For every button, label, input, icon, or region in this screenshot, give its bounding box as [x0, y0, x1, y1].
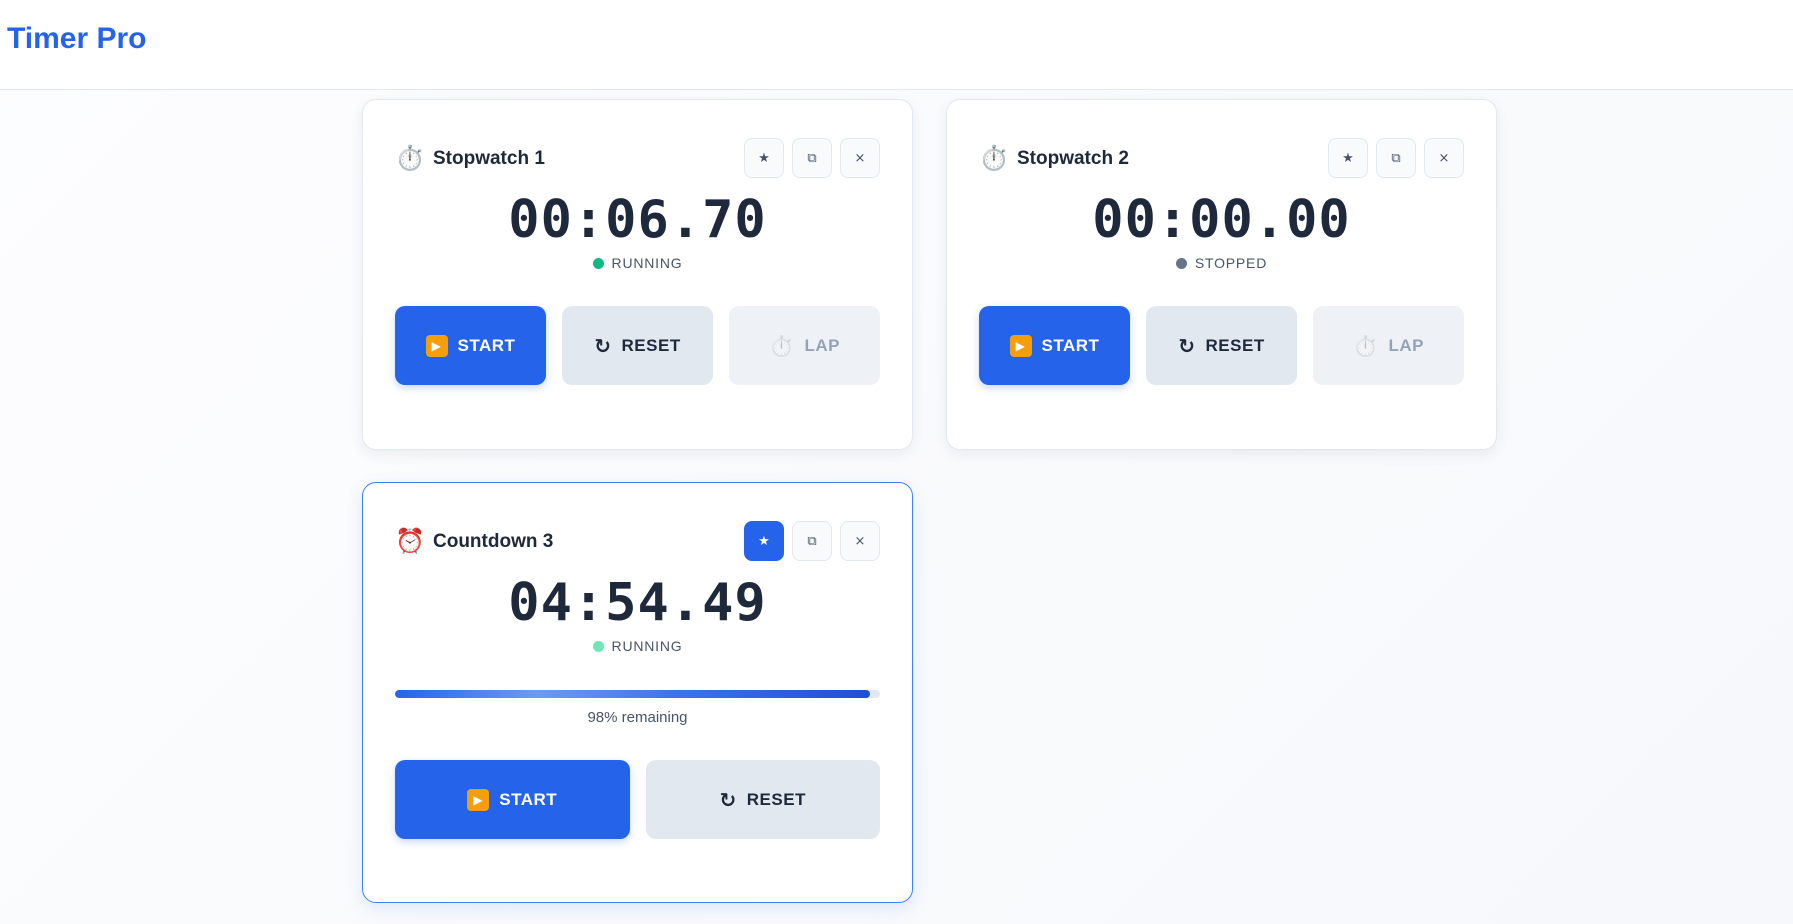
status-label: RUNNING [611, 638, 683, 654]
duplicate-button[interactable]: ⧉ [792, 521, 832, 561]
close-button[interactable]: × [1424, 138, 1464, 178]
star-icon: ★ [758, 533, 770, 549]
reset-label: RESET [746, 789, 806, 809]
reset-icon: ↻ [1178, 333, 1196, 358]
status-indicator: STOPPED [947, 255, 1496, 271]
status-dot-icon [1175, 258, 1187, 269]
app-title: Timer Pro [7, 22, 147, 55]
reset-button[interactable]: ↻ RESET [1146, 306, 1297, 385]
duplicate-icon: ⧉ [1391, 150, 1401, 166]
play-icon: ▶ [425, 334, 448, 357]
status-dot-icon [592, 258, 604, 269]
reset-icon: ↻ [594, 333, 612, 358]
reset-button[interactable]: ↻ RESET [645, 760, 880, 839]
status-indicator: RUNNING [363, 638, 912, 654]
timer-controls: ▶ START ↻ RESET [395, 760, 880, 839]
close-icon: × [1438, 150, 1450, 166]
start-button[interactable]: ▶ START [979, 306, 1130, 385]
star-button[interactable]: ★ [744, 138, 784, 178]
start-button[interactable]: ▶ START [395, 306, 546, 385]
timer-name[interactable]: Countdown 3 [433, 531, 553, 553]
timer-actions: ★ ⧉ × [1328, 138, 1464, 178]
timer-card-countdown-3: ⏰ Countdown 3 ★ ⧉ × 04:54.49 RUNNING 98%… [362, 482, 913, 903]
time-display: 00:06.70 [508, 190, 767, 250]
play-icon: ▶ [467, 788, 490, 811]
stopwatch-icon: ⏱️ [395, 144, 425, 172]
timer-card-header: ⏱️ Stopwatch 2 ★ ⧉ × [979, 138, 1464, 178]
start-label: START [457, 335, 516, 355]
start-label: START [499, 789, 558, 809]
close-icon: × [854, 533, 866, 549]
timer-actions: ★ ⧉ × [744, 521, 880, 561]
reset-label: RESET [1205, 335, 1265, 355]
lap-stopwatch-icon: ⏱️ [1353, 333, 1379, 358]
lap-stopwatch-icon: ⏱️ [769, 333, 795, 358]
app-header: Timer Pro [0, 0, 1793, 90]
time-display: 04:54.49 [508, 573, 767, 633]
timer-card-stopwatch-1: ⏱️ Stopwatch 1 ★ ⧉ × 00:06.70 RUNNING ▶ … [362, 99, 913, 450]
status-label: RUNNING [611, 255, 683, 271]
status-dot-icon [592, 641, 604, 652]
duplicate-button[interactable]: ⧉ [1376, 138, 1416, 178]
timer-name[interactable]: Stopwatch 2 [1017, 148, 1129, 170]
reset-icon: ↻ [719, 787, 737, 812]
star-icon: ★ [1342, 150, 1354, 166]
status-label: STOPPED [1194, 255, 1268, 271]
time-display: 00:00.00 [1092, 190, 1351, 250]
duplicate-icon: ⧉ [807, 533, 817, 549]
close-icon: × [854, 150, 866, 166]
start-button[interactable]: ▶ START [395, 760, 630, 839]
status-indicator: RUNNING [363, 255, 912, 271]
star-button[interactable]: ★ [1328, 138, 1368, 178]
lap-button[interactable]: ⏱️ LAP [1313, 306, 1464, 385]
duplicate-icon: ⧉ [807, 150, 817, 166]
countdown-progress-bar [395, 690, 880, 698]
star-button[interactable]: ★ [744, 521, 784, 561]
stopwatch-icon: ⏱️ [979, 144, 1009, 172]
reset-button[interactable]: ↻ RESET [562, 306, 713, 385]
lap-label: LAP [804, 335, 840, 355]
countdown-progress-fill [395, 690, 871, 698]
close-button[interactable]: × [840, 138, 880, 178]
play-icon: ▶ [1009, 334, 1032, 357]
timer-actions: ★ ⧉ × [744, 138, 880, 178]
timer-controls: ▶ START ↻ RESET ⏱️ LAP [979, 306, 1464, 385]
start-label: START [1041, 335, 1100, 355]
alarm-clock-icon: ⏰ [395, 527, 425, 555]
lap-label: LAP [1388, 335, 1424, 355]
timer-name[interactable]: Stopwatch 1 [433, 148, 545, 170]
reset-label: RESET [621, 335, 681, 355]
close-button[interactable]: × [840, 521, 880, 561]
timer-card-header: ⏰ Countdown 3 ★ ⧉ × [395, 521, 880, 561]
timer-card-stopwatch-2: ⏱️ Stopwatch 2 ★ ⧉ × 00:00.00 STOPPED ▶ … [946, 99, 1497, 450]
star-icon: ★ [758, 150, 770, 166]
lap-button[interactable]: ⏱️ LAP [729, 306, 880, 385]
duplicate-button[interactable]: ⧉ [792, 138, 832, 178]
progress-label: 98% remaining [587, 709, 688, 726]
timer-card-header: ⏱️ Stopwatch 1 ★ ⧉ × [395, 138, 880, 178]
timer-controls: ▶ START ↻ RESET ⏱️ LAP [395, 306, 880, 385]
